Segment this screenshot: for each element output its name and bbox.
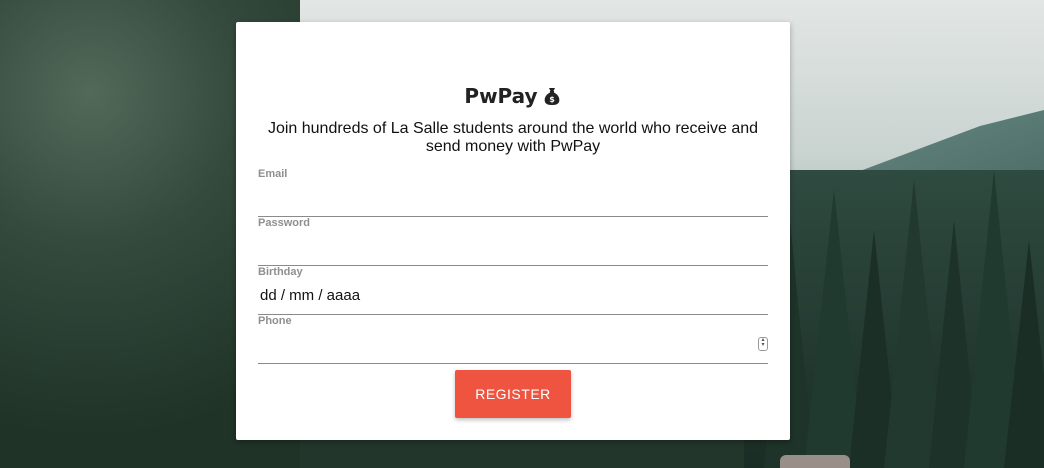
brand-title: PwPay $ <box>236 84 790 111</box>
register-card: PwPay $ Join hundreds of La Salle studen… <box>236 22 790 440</box>
birthday-label: Birthday <box>258 266 303 278</box>
register-button[interactable]: REGISTER <box>455 370 571 418</box>
phone-label: Phone <box>258 315 292 327</box>
email-label: Email <box>258 168 288 180</box>
password-input[interactable] <box>258 241 762 263</box>
phone-spinner[interactable]: ▴ ▾ <box>758 337 768 351</box>
email-field-group: Email <box>258 168 768 217</box>
birthday-input[interactable]: dd / mm / aaaa <box>260 287 360 304</box>
password-field-group: Password <box>258 217 768 266</box>
password-label: Password <box>258 217 310 229</box>
tagline: Join hundreds of La Salle students aroun… <box>267 120 759 155</box>
phone-input[interactable] <box>258 339 762 361</box>
brand-name: PwPay <box>464 84 538 108</box>
svg-text:$: $ <box>549 95 555 104</box>
birthday-field-group: Birthday dd / mm / aaaa <box>258 266 768 315</box>
phone-field-group: Phone ▴ ▾ <box>258 315 768 364</box>
railing <box>780 455 850 468</box>
money-bag-icon: $ <box>542 86 562 111</box>
email-input[interactable] <box>258 192 762 214</box>
